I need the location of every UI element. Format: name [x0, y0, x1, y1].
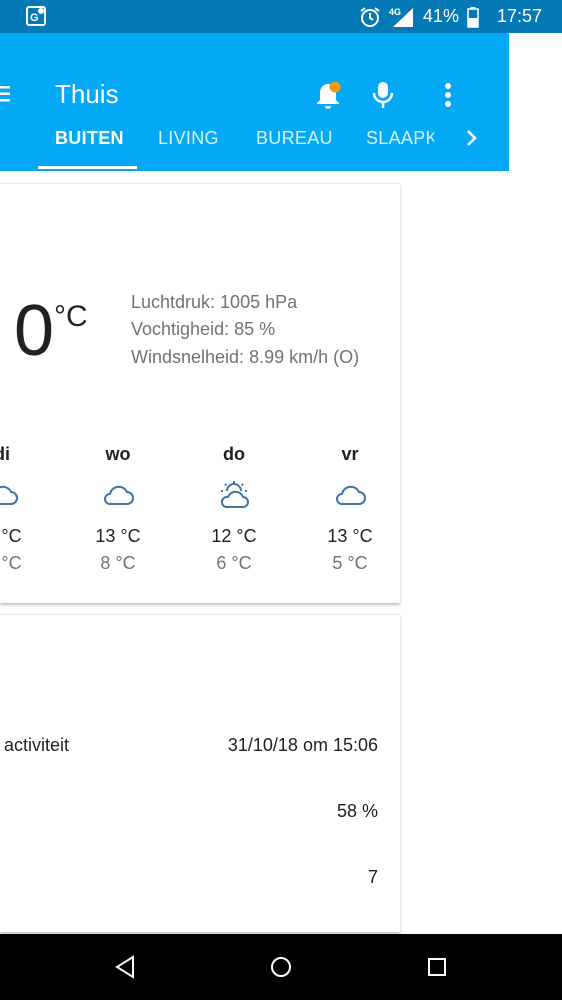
system-navigation-bar	[0, 934, 562, 1000]
app-bar: Thuis BUITEN LIVING BUREAU SLAAPK	[0, 33, 509, 171]
cloudy-icon	[104, 485, 134, 505]
forecast-high: 13 °C	[327, 526, 373, 546]
status-icons: 4G 41% 17:57	[359, 0, 542, 33]
tab-living[interactable]: LIVING	[158, 126, 219, 150]
battery-icon	[467, 6, 479, 28]
menu-icon[interactable]	[0, 85, 10, 103]
entity-value-count: 7	[367, 867, 378, 887]
back-icon[interactable]	[113, 954, 137, 980]
forecast-day: do	[223, 444, 245, 464]
signal-icon: 4G	[389, 7, 413, 27]
entities-card: activiteit 31/10/18 om 15:06 58 % 7	[0, 614, 400, 932]
network-type: 4G	[389, 7, 401, 17]
forecast-high: 1 °C	[0, 526, 22, 546]
forecast-low: 0 °C	[0, 553, 22, 573]
recents-icon[interactable]	[425, 954, 449, 980]
tab-slaapkamer[interactable]: SLAAPK	[366, 126, 434, 150]
attr-humidity: Vochtigheid: 85 %	[131, 319, 276, 339]
tab-buiten[interactable]: BUITEN	[55, 126, 124, 150]
cloudy-icon	[0, 485, 18, 505]
notifications-bell-icon[interactable]	[313, 80, 343, 110]
partly-cloudy-icon	[220, 481, 249, 508]
alarm-icon	[360, 6, 380, 27]
cloudy-icon	[336, 485, 366, 505]
temperature-unit: °C	[54, 300, 88, 333]
forecast-day: di	[0, 444, 10, 464]
forecast-day: wo	[105, 444, 131, 464]
more-vert-icon[interactable]	[440, 80, 456, 110]
weather-card: 0 °C Luchtdruk: 1005 hPa Vochtigheid: 85…	[0, 183, 400, 603]
page-title: Thuis	[55, 79, 119, 109]
attr-pressure: Luchtdruk: 1005 hPa	[131, 292, 298, 312]
forecast-low: 8 °C	[100, 553, 136, 573]
attr-wind-speed: Windsnelheid: 8.99 km/h (O)	[131, 347, 360, 367]
current-temperature: 0	[14, 291, 55, 371]
entity-label-activity[interactable]: activiteit	[4, 733, 69, 757]
forecast-high: 12 °C	[211, 526, 257, 546]
forecast-low: 6 °C	[216, 553, 252, 573]
home-icon[interactable]	[269, 954, 293, 980]
notification-dot	[329, 81, 341, 93]
forecast-high: 13 °C	[95, 526, 141, 546]
tab-bureau[interactable]: BUREAU	[256, 126, 333, 150]
svg-text:G: G	[30, 12, 39, 24]
forecast-day: vr	[341, 444, 359, 464]
clock: 17:57	[496, 6, 542, 26]
battery-percent: 41%	[422, 6, 459, 26]
status-bar: G 4G 41% 17:57	[0, 0, 562, 33]
active-tab-indicator	[38, 166, 137, 169]
chevron-right-icon[interactable]	[462, 126, 482, 150]
entity-value-activity: 31/10/18 om 15:06	[227, 735, 378, 755]
microphone-icon[interactable]	[370, 80, 396, 110]
location-notification-icon: G	[26, 6, 46, 26]
screen: G 4G 41% 17:57 Thuis BUITEN LIVING BUREA…	[0, 0, 562, 1000]
forecast-low: 5 °C	[332, 553, 368, 573]
entity-value-percentage: 58 %	[336, 801, 378, 821]
